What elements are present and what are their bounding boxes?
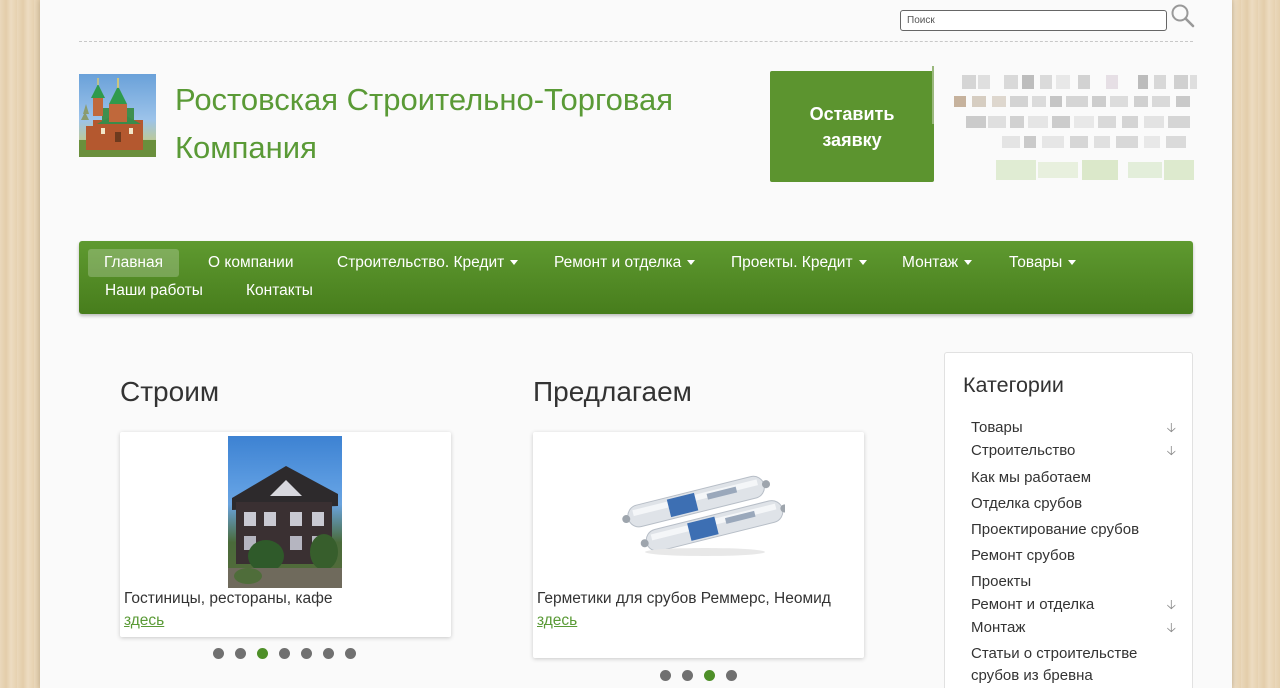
nav-item-repair[interactable]: Ремонт и отделка	[538, 249, 711, 277]
category-item-repair-finishing[interactable]: Ремонт и отделка 🡣	[971, 594, 1176, 616]
page: Ростовская Строительно-Торговая Компания…	[40, 0, 1232, 688]
nav-item-installation[interactable]: Монтаж	[886, 249, 988, 277]
category-label: Проектирование срубов	[971, 521, 1140, 538]
nav-item-label: Контакты	[246, 282, 313, 299]
main-navbar: Главная О компании Строительство. Кредит…	[79, 241, 1193, 314]
carousel-dot[interactable]	[660, 670, 671, 681]
offer-section-title: Предлагаем	[533, 376, 692, 407]
category-label: Статьи о строительстве срубов из бревна	[971, 645, 1138, 684]
submit-request-button[interactable]: Оставить заявку	[770, 71, 934, 182]
contacts-divider	[932, 66, 934, 124]
category-label: Товары	[971, 419, 1023, 436]
caret-down-icon	[1068, 260, 1077, 266]
category-label: Строительство	[971, 442, 1076, 459]
carousel-dot[interactable]	[682, 670, 693, 681]
carousel-dot[interactable]	[345, 648, 356, 659]
category-item-log-finishing[interactable]: Отделка срубов	[971, 493, 1176, 515]
build-carousel-dots	[213, 648, 356, 659]
nav-item-projects-credit[interactable]: Проекты. Кредит	[715, 249, 883, 277]
hotel-house-photo[interactable]	[228, 436, 342, 588]
category-label: Монтаж	[971, 619, 1026, 636]
arrow-down-icon[interactable]: 🡣	[1167, 440, 1176, 462]
nav-item-home[interactable]: Главная	[88, 249, 179, 277]
categories-title: Категории	[963, 373, 1064, 397]
category-item-goods[interactable]: Товары 🡣	[971, 417, 1176, 439]
nav-item-label: Проекты. Кредит	[731, 254, 853, 271]
caret-down-icon	[510, 260, 519, 266]
header-divider	[79, 41, 1193, 42]
nav-item-contacts[interactable]: Контакты	[230, 277, 329, 305]
category-item-projects[interactable]: Проекты	[971, 571, 1176, 593]
build-section-title: Строим	[120, 376, 220, 407]
carousel-dot[interactable]	[726, 670, 737, 681]
category-label: Ремонт срубов	[971, 547, 1075, 564]
nav-item-label: О компании	[208, 254, 294, 271]
carousel-dot[interactable]	[323, 648, 334, 659]
build-slide-card[interactable]: Гостиницы, рестораны, кафе здесь	[120, 432, 451, 637]
nav-item-label: Наши работы	[105, 282, 203, 299]
offer-slide-card[interactable]: Герметики для срубов Реммерс, Неомид зде…	[533, 432, 864, 658]
submit-request-label: Оставить заявку	[809, 103, 895, 150]
caret-down-icon	[964, 260, 973, 266]
category-label: Отделка срубов	[971, 495, 1083, 512]
nav-item-our-works[interactable]: Наши работы	[89, 277, 219, 305]
arrow-down-icon[interactable]: 🡣	[1167, 594, 1176, 616]
build-slide-caption: Гостиницы, рестораны, кафе	[124, 590, 333, 607]
carousel-dot[interactable]	[213, 648, 224, 659]
search-input[interactable]	[900, 10, 1167, 31]
site-title[interactable]: Ростовская Строительно-Торговая Компания	[175, 76, 755, 172]
category-label: Ремонт и отделка	[971, 596, 1095, 613]
nav-item-label: Главная	[104, 254, 163, 271]
arrow-down-icon[interactable]: 🡣	[1167, 617, 1176, 639]
carousel-dot[interactable]	[235, 648, 246, 659]
nav-item-goods[interactable]: Товары	[993, 249, 1092, 277]
categories-sidebar: Категории Товары 🡣 Строительство 🡣 Как м…	[944, 352, 1193, 688]
category-label: Как мы работаем	[971, 469, 1092, 486]
nav-item-label: Ремонт и отделка	[554, 254, 682, 271]
category-item-installation[interactable]: Монтаж 🡣	[971, 617, 1176, 639]
carousel-dot[interactable]	[301, 648, 312, 659]
caret-down-icon	[687, 260, 696, 266]
logo-church-image[interactable]	[79, 74, 156, 157]
nav-item-label: Товары	[1009, 254, 1063, 271]
sealant-tubes-image[interactable]	[615, 468, 789, 558]
category-item-log-repair[interactable]: Ремонт срубов	[971, 545, 1176, 567]
search-icon[interactable]	[1170, 2, 1195, 30]
arrow-down-icon[interactable]: 🡣	[1167, 417, 1176, 439]
carousel-dot-active[interactable]	[704, 670, 715, 681]
caret-down-icon	[858, 260, 867, 266]
nav-item-construction-credit[interactable]: Строительство. Кредит	[321, 249, 534, 277]
category-item-construction[interactable]: Строительство 🡣	[971, 440, 1176, 462]
category-item-how-we-work[interactable]: Как мы работаем	[971, 467, 1176, 489]
carousel-dot-active[interactable]	[257, 648, 268, 659]
nav-item-label: Монтаж	[902, 254, 959, 271]
contacts-block-blurred	[932, 66, 1197, 186]
nav-item-about[interactable]: О компании	[192, 249, 310, 277]
carousel-dot[interactable]	[279, 648, 290, 659]
category-item-articles[interactable]: Статьи о строительстве срубов из бревна	[971, 643, 1176, 687]
nav-item-label: Строительство. Кредит	[337, 254, 505, 271]
category-label: Проекты	[971, 573, 1032, 590]
search-bar	[900, 4, 1230, 34]
offer-carousel-dots	[660, 670, 737, 681]
build-slide-link[interactable]: здесь	[124, 612, 164, 630]
offer-slide-link[interactable]: здесь	[537, 612, 577, 630]
offer-slide-caption: Герметики для срубов Реммерс, Неомид	[537, 590, 831, 607]
category-item-log-design[interactable]: Проектирование срубов	[971, 519, 1176, 541]
